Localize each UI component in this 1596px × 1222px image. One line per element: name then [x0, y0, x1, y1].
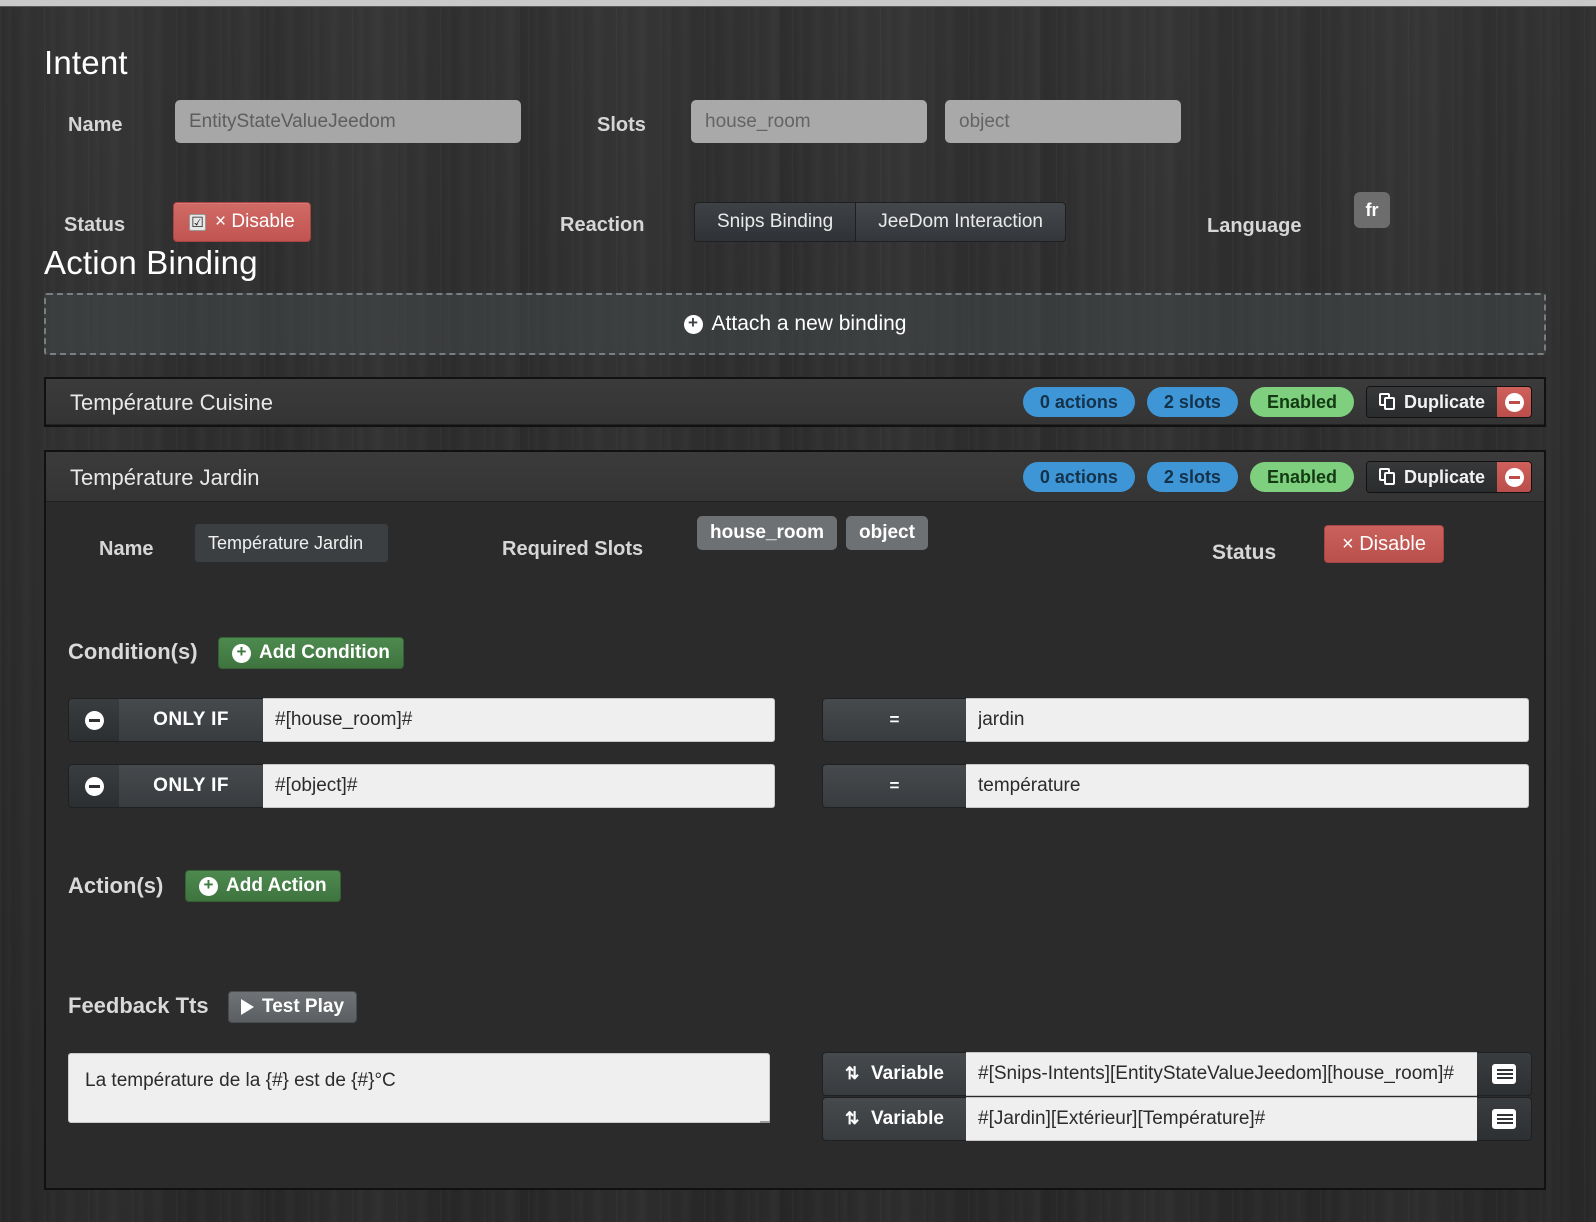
status-badge: Enabled	[1249, 387, 1354, 417]
intent-language-label: Language	[1207, 215, 1302, 237]
condition-operator-label[interactable]: =	[822, 764, 967, 808]
binding-title: Température Cuisine	[70, 390, 273, 415]
variable-tag-2[interactable]: ⇅ Variable	[822, 1097, 967, 1141]
required-slots-label: Required Slots	[502, 538, 644, 560]
intent-disable-button[interactable]: ☑ × Disable	[173, 202, 311, 242]
condition-prefix-label: ONLY IF	[119, 764, 264, 808]
intent-disable-label: × Disable	[215, 211, 295, 232]
condition-expression-input[interactable]	[263, 764, 775, 808]
binding-header[interactable]: Température Cuisine 0 actions 2 slots En…	[46, 379, 1544, 425]
variable-label: Variable	[871, 1063, 944, 1084]
list-icon	[1492, 1064, 1516, 1084]
intent-status-label: Status	[64, 214, 126, 236]
sort-arrows-icon: ⇅	[845, 1064, 860, 1083]
test-play-label: Test Play	[262, 996, 345, 1017]
variable-picker-button-2[interactable]	[1477, 1097, 1532, 1141]
binding-badges: 0 actions 2 slots Enabled Duplicate	[1022, 386, 1532, 418]
plus-circle-icon: +	[232, 643, 251, 663]
intent-heading: Intent	[44, 44, 128, 81]
list-icon	[1492, 1109, 1516, 1129]
variable-picker-button-1[interactable]	[1477, 1052, 1532, 1096]
binding-status-label: Status	[1212, 541, 1277, 564]
intent-slot-input-2[interactable]	[945, 100, 1181, 143]
intent-slots-label: Slots	[597, 114, 646, 136]
textarea-resize-handle[interactable]	[758, 1111, 770, 1123]
add-action-button[interactable]: + Add Action	[185, 870, 341, 902]
required-slot-chip-object: object	[846, 516, 928, 550]
action-binding-heading: Action Binding	[44, 244, 258, 281]
plus-circle-icon: +	[683, 314, 703, 334]
actions-count-badge: 0 actions	[1022, 387, 1135, 417]
remove-condition-button[interactable]	[68, 698, 120, 742]
duplicate-button[interactable]: Duplicate	[1366, 387, 1497, 417]
reaction-tab-snips-binding[interactable]: Snips Binding	[694, 202, 856, 242]
slots-count-badge: 2 slots	[1146, 462, 1238, 492]
binding-card-cuisine[interactable]: Température Cuisine 0 actions 2 slots En…	[44, 377, 1546, 427]
condition-row-1-left: ONLY IF	[68, 698, 775, 742]
variable-value-input-2[interactable]	[966, 1097, 1478, 1141]
remove-binding-button[interactable]	[1497, 462, 1531, 492]
feedback-tts-label: Feedback Tts	[68, 993, 209, 1018]
add-action-label: Add Action	[226, 875, 327, 896]
binding-badges: 0 actions 2 slots Enabled Duplicate	[1022, 461, 1532, 493]
duplicate-label: Duplicate	[1403, 466, 1485, 487]
binding-actions-group: Duplicate	[1365, 386, 1532, 418]
binding-actions-group: Duplicate	[1365, 461, 1532, 493]
minus-circle-icon	[84, 776, 104, 796]
copy-icon	[1378, 393, 1396, 411]
test-play-button[interactable]: Test Play	[228, 991, 358, 1023]
minus-circle-icon	[84, 710, 104, 730]
actions-label: Action(s)	[68, 873, 164, 898]
condition-row-2-right: =	[822, 764, 1529, 808]
variable-value-input-1[interactable]	[966, 1052, 1478, 1096]
condition-operator-label[interactable]: =	[822, 698, 967, 742]
status-badge: Enabled	[1249, 462, 1354, 492]
variable-label: Variable	[871, 1108, 944, 1129]
sort-arrows-icon: ⇅	[845, 1109, 860, 1128]
required-slot-chip-house-room: house_room	[697, 516, 838, 550]
minus-circle-icon	[1504, 392, 1524, 412]
play-icon	[241, 999, 254, 1015]
condition-row-2-left: ONLY IF	[68, 764, 775, 808]
binding-header[interactable]: Température Jardin 0 actions 2 slots Ena…	[46, 452, 1544, 502]
add-condition-label: Add Condition	[259, 642, 390, 663]
remove-binding-button[interactable]	[1497, 387, 1531, 417]
binding-disable-button[interactable]: × Disable	[1324, 525, 1444, 563]
variable-tag-1[interactable]: ⇅ Variable	[822, 1052, 967, 1096]
intent-reaction-label: Reaction	[560, 214, 645, 236]
checkbox-icon[interactable]: ☑	[189, 213, 206, 231]
intent-slot-input-1[interactable]	[691, 100, 927, 143]
binding-name-label: Name	[99, 538, 154, 560]
condition-value-input[interactable]	[966, 698, 1529, 742]
reaction-tab-jeedom-interaction[interactable]: JeeDom Interaction	[855, 202, 1066, 242]
plus-circle-icon: +	[199, 876, 218, 896]
binding-name-input[interactable]	[194, 523, 389, 563]
attach-new-binding-label: Attach a new binding	[711, 312, 907, 335]
copy-icon	[1378, 468, 1396, 486]
page-root: Intent Name Slots Status ☑ × Disable Rea…	[0, 7, 1596, 1222]
condition-expression-input[interactable]	[263, 698, 775, 742]
reaction-button-group: Snips Binding JeeDom Interaction	[694, 202, 1066, 242]
binding-title: Température Jardin	[70, 465, 260, 490]
intent-name-label: Name	[68, 114, 123, 136]
actions-count-badge: 0 actions	[1022, 462, 1135, 492]
language-badge-fr[interactable]: fr	[1354, 192, 1390, 228]
duplicate-label: Duplicate	[1403, 391, 1485, 412]
intent-status-row: Status ☑ × Disable Reaction Snips Bindin…	[44, 192, 1554, 242]
slots-count-badge: 2 slots	[1146, 387, 1238, 417]
attach-new-binding-button[interactable]: + Attach a new binding	[44, 293, 1546, 355]
intent-name-row: Name Slots	[44, 100, 1554, 150]
minus-circle-icon	[1504, 467, 1524, 487]
remove-condition-button[interactable]	[68, 764, 120, 808]
intent-name-input[interactable]	[175, 100, 521, 143]
intent-section: Intent Name Slots Status ☑ × Disable Rea…	[44, 44, 1554, 242]
condition-prefix-label: ONLY IF	[119, 698, 264, 742]
condition-value-input[interactable]	[966, 764, 1529, 808]
add-condition-button[interactable]: + Add Condition	[218, 637, 404, 669]
condition-row-1-right: =	[822, 698, 1529, 742]
duplicate-button[interactable]: Duplicate	[1366, 462, 1497, 492]
conditions-label: Condition(s)	[68, 639, 198, 664]
feedback-tts-textarea[interactable]: La température de la {#} est de {#}°C	[68, 1053, 770, 1123]
